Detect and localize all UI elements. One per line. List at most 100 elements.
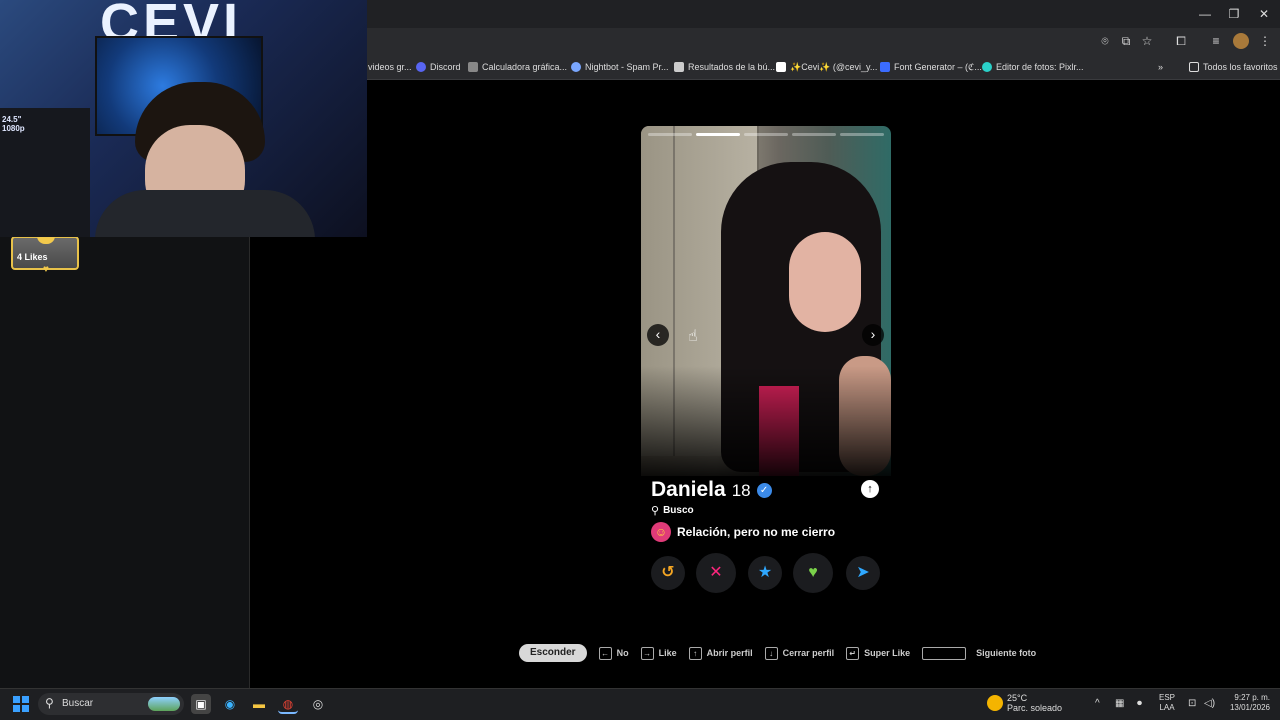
discord-icon (416, 62, 426, 72)
bookmark-4[interactable]: Resultados de la bú... (674, 60, 775, 74)
left-arrow-key-icon: ← (598, 646, 612, 660)
name-row: Daniela 18 ✓ (651, 478, 772, 502)
like-button[interactable]: ♥ (793, 553, 833, 593)
bookmark-6[interactable]: Font Generator – (ℭ... (880, 60, 982, 74)
likes-label: 4 Likes (17, 252, 48, 262)
profile-name: Daniela (651, 478, 726, 501)
search-icon: ⚲ (45, 696, 54, 710)
language-indicator[interactable]: ESP LAA (1159, 693, 1175, 713)
relationship-text: Relación, pero no me cierro (677, 525, 836, 539)
menu-icon[interactable]: ⋮ (1257, 33, 1273, 49)
bookmark-star-icon[interactable]: ☆ (1139, 33, 1155, 49)
photo-face (789, 232, 861, 332)
minimize-icon[interactable]: — (1190, 4, 1220, 24)
show-hidden-icons-icon[interactable]: ^ (1095, 698, 1100, 709)
looking-for-label: Busco (663, 505, 694, 516)
nightbot-icon (571, 62, 581, 72)
send-icon: ➤ (856, 564, 870, 581)
search-result-icon (674, 62, 684, 72)
media-controls-icon[interactable]: ≡ (1208, 33, 1224, 49)
install-app-icon[interactable]: ⧉ (1118, 33, 1134, 49)
space-key-icon (922, 646, 967, 660)
looking-for-row: ⚲ Busco (651, 504, 694, 517)
bookmark-1[interactable]: Discord (416, 60, 461, 74)
profile-avatar-icon[interactable] (1233, 33, 1249, 49)
photo-progress-segment[interactable] (648, 133, 692, 136)
up-arrow-key-icon: ↑ (688, 646, 702, 660)
heart-icon: ♥ (43, 264, 49, 275)
system-clock[interactable]: 9:27 p. m. 13/01/2026 (1222, 693, 1270, 713)
obs-icon[interactable]: ◎ (308, 694, 328, 714)
extensions-icon[interactable]: ⧠ (1173, 33, 1189, 49)
bookmark-3[interactable]: Nightbot - Spam Pr... (571, 60, 669, 74)
weather-desc: Parc. soleado (1007, 703, 1063, 713)
address-bar[interactable] (370, 31, 1090, 51)
hide-shortcuts-button[interactable]: Esconder (519, 644, 587, 662)
edge-icon[interactable]: ◉ (220, 694, 240, 714)
location-icon[interactable]: ⌾ (1097, 33, 1113, 49)
font-generator-icon (880, 62, 890, 72)
microphone-icon[interactable]: ⏺ (1137, 698, 1142, 709)
tray-app-icon[interactable]: ▦ (1115, 698, 1124, 709)
chrome-icon[interactable]: ◍ (278, 694, 298, 714)
shortcut-close-profile: ↓ Cerrar perfil (764, 646, 834, 660)
monitor-label: 24.5" 1080p (2, 115, 25, 133)
rewind-icon: ↺ (661, 564, 675, 581)
close-icon[interactable]: ✕ (1249, 4, 1279, 24)
heart-eyes-icon: ☺ (651, 522, 671, 542)
super-like-button[interactable]: ★ (748, 556, 782, 590)
heart-icon: ♥ (808, 564, 818, 581)
search-placeholder: Buscar (62, 698, 94, 709)
shortcut-bar: Esconder ← No → Like ↑ Abrir perfil ↓ Cerrar… (519, 644, 1036, 662)
profile-age: 18 (731, 481, 751, 500)
photo-progress-segment[interactable] (744, 133, 788, 136)
calculator-icon (468, 62, 478, 72)
bookmark-2[interactable]: Calculadora gráfica... (468, 60, 567, 74)
folder-icon (1189, 62, 1199, 72)
previous-photo-icon[interactable]: ‹ (647, 324, 669, 346)
network-icon[interactable]: ⊡ (1188, 698, 1196, 709)
windows-start-icon[interactable] (13, 696, 29, 712)
photo-progress (648, 133, 884, 136)
boost-button[interactable]: ➤ (846, 556, 880, 590)
down-arrow-key-icon: ↓ (764, 646, 778, 660)
star-icon: ★ (757, 564, 773, 581)
close-x-icon: ✕ (709, 564, 723, 581)
pixlr-icon (982, 62, 992, 72)
partly-sunny-icon (987, 695, 1003, 711)
file-explorer-icon[interactable]: ▬ (249, 694, 269, 714)
rewind-button[interactable]: ↺ (651, 556, 685, 590)
open-profile-icon[interactable]: ↑ (861, 480, 879, 498)
action-buttons: ↺ ✕ ★ ♥ ➤ (651, 553, 883, 596)
mouse-cursor-icon: ☝ (688, 328, 698, 345)
photo-progress-segment[interactable] (840, 133, 884, 136)
weather-widget[interactable]: 25°C Parc. soleado (987, 693, 1062, 713)
bookmark-5[interactable]: ✨Cevi✨ (@cevi_y... (776, 60, 877, 74)
verified-icon: ✓ (756, 482, 772, 498)
nope-button[interactable]: ✕ (696, 553, 736, 593)
restore-icon[interactable]: ❐ (1219, 4, 1249, 24)
shortcut-next-photo: Siguiente foto (922, 646, 1036, 660)
photo-gradient (641, 366, 891, 486)
bookmark-7[interactable]: Editor de fotos: Pixlr... (982, 60, 1084, 74)
photo-progress-segment[interactable] (696, 133, 740, 136)
likes-card[interactable]: 4 Likes ♥ (11, 236, 79, 275)
next-photo-icon[interactable]: › (862, 324, 884, 346)
likes-avatar (37, 236, 55, 244)
photo-progress-segment[interactable] (792, 133, 836, 136)
profile-card[interactable]: ‹ › ☝ Daniela 18 ✓ ↑ ⚲ Busco ☺ Relación,… (641, 126, 891, 602)
tiktok-icon (776, 62, 786, 72)
bookmark-0[interactable]: videos gr... (368, 60, 412, 74)
all-bookmarks[interactable]: Todos los favoritos (1189, 60, 1278, 74)
screen: — ❐ ✕ ⌾ ⧉ ☆ ⧠ ≡ ⋮ videos gr... Discord C… (0, 0, 1280, 720)
more-bookmarks-icon[interactable]: » (1158, 60, 1163, 74)
shortcut-super-like: ↵ Super Like (846, 646, 910, 660)
webcam-overlay: CEVI 24.5" 1080p (0, 0, 367, 237)
streamer-body (95, 190, 315, 237)
volume-icon[interactable]: ◁) (1204, 698, 1215, 709)
task-view-icon[interactable]: ▣ (191, 694, 211, 714)
search-highlight-icon (148, 697, 180, 711)
taskbar-search[interactable]: ⚲ Buscar (38, 693, 184, 715)
shortcut-like: → Like (640, 646, 677, 660)
shortcut-open-profile: ↑ Abrir perfil (688, 646, 753, 660)
